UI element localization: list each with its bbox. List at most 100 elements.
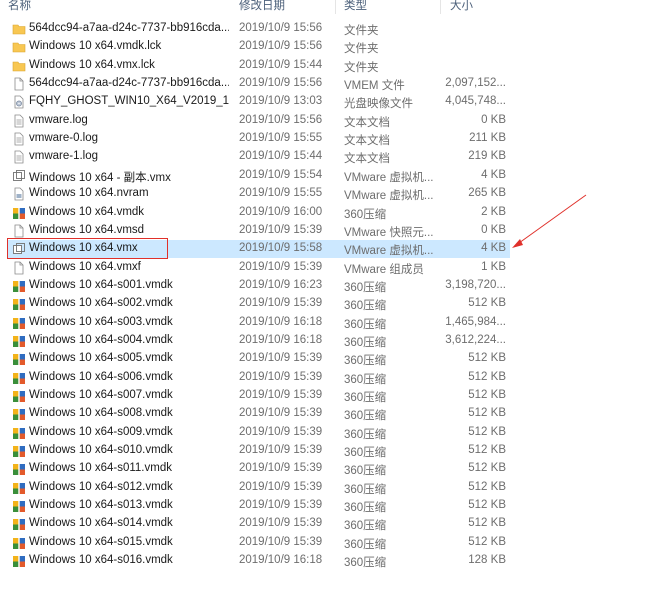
file-type: 360压缩 [344, 281, 387, 294]
file-type: VMEM 文件 [344, 80, 405, 93]
file-row[interactable]: Windows 10 x64.vmx.lck 2019/10/9 15:44 文件夹 [8, 57, 510, 75]
column-divider[interactable] [335, 0, 336, 14]
file-type: VMware 快照元... [344, 226, 434, 239]
file-row[interactable]: Windows 10 x64-s004.vmdk 2019/10/9 16:18 3… [8, 332, 510, 350]
file-type: 360压缩 [344, 538, 387, 551]
column-header-type[interactable]: 类型 [344, 0, 367, 13]
column-header-size[interactable]: 大小 [450, 0, 473, 13]
file-size: 512 KB [468, 480, 506, 493]
file-size: 219 KB [468, 150, 506, 163]
file-size: 512 KB [468, 425, 506, 438]
file-date-modified: 2019/10/9 15:55 [239, 187, 323, 200]
file-row[interactable]: Windows 10 x64-s012.vmdk 2019/10/9 15:39 3… [8, 479, 510, 497]
folder-icon [12, 59, 26, 73]
archive-icon [12, 352, 26, 366]
file-row[interactable]: Windows 10 x64.vmxf 2019/10/9 15:39 VMware… [8, 259, 510, 277]
file-row[interactable]: Windows 10 x64-s011.vmdk 2019/10/9 15:39 3… [8, 460, 510, 478]
file-row[interactable]: Windows 10 x64-s008.vmdk 2019/10/9 15:39 3… [8, 405, 510, 423]
file-type: 文件夹 [344, 61, 379, 74]
file-row[interactable]: Windows 10 x64-s010.vmdk 2019/10/9 15:39 3… [8, 442, 510, 460]
file-name: Windows 10 x64-s008.vmdk [29, 407, 173, 420]
file-row[interactable]: Windows 10 x64.vmdk.lck 2019/10/9 15:56 文件… [8, 38, 510, 56]
file-size: 265 KB [468, 187, 506, 200]
text-file-icon [12, 150, 26, 164]
file-row[interactable]: 564dcc94-a7aa-d24c-7737-bb916cda... 2019/… [8, 20, 510, 38]
file-row[interactable]: Windows 10 x64-s002.vmdk 2019/10/9 15:39 3… [8, 295, 510, 313]
archive-icon [12, 554, 26, 568]
file-name: Windows 10 x64-s007.vmdk [29, 389, 173, 401]
file-size: 1 KB [481, 260, 506, 273]
file-date-modified: 2019/10/9 15:56 [239, 40, 323, 53]
file-row[interactable]: Windows 10 x64-s009.vmdk 2019/10/9 15:39 3… [8, 424, 510, 442]
file-size: 4,045,748... [445, 95, 506, 108]
file-type: 360压缩 [344, 428, 387, 441]
file-row[interactable]: Windows 10 x64-s006.vmdk 2019/10/9 15:39 3… [8, 369, 510, 387]
file-name: Windows 10 x64-s001.vmdk [29, 278, 173, 291]
file-row[interactable]: Windows 10 x64-s003.vmdk 2019/10/9 16:18 3… [8, 314, 510, 332]
file-name: vmware.log [29, 113, 88, 126]
file-type: 360压缩 [344, 392, 387, 404]
file-date-modified: 2019/10/9 15:39 [239, 462, 323, 475]
file-size: 3,198,720... [445, 278, 506, 291]
file-size: 512 KB [468, 297, 506, 310]
file-date-modified: 2019/10/9 15:39 [239, 352, 323, 365]
column-header-date[interactable]: 修改日期 [239, 0, 285, 13]
file-name: Windows 10 x64-s013.vmdk [29, 499, 173, 512]
vmware-nvram-icon [12, 187, 26, 201]
column-header-name[interactable]: 名称 [8, 0, 31, 13]
file-date-modified: 2019/10/9 16:00 [239, 205, 323, 218]
file-date-modified: 2019/10/9 16:18 [239, 333, 323, 346]
file-date-modified: 2019/10/9 15:44 [239, 150, 323, 163]
file-row[interactable]: Windows 10 x64-s001.vmdk 2019/10/9 16:23 3… [8, 277, 510, 295]
file-row[interactable]: FQHY_GHOST_WIN10_X64_V2019_10.i... 2019/1… [8, 93, 510, 111]
file-size: 211 KB [469, 132, 506, 145]
file-row[interactable]: Windows 10 x64-s013.vmdk 2019/10/9 15:39 3… [8, 497, 510, 515]
file-type: 360压缩 [344, 483, 387, 496]
file-date-modified: 2019/10/9 15:39 [239, 297, 323, 310]
file-name: Windows 10 x64-s015.vmdk [29, 535, 173, 548]
archive-icon [12, 371, 26, 385]
file-name: Windows 10 x64.vmx.lck [29, 58, 155, 71]
file-row[interactable]: Windows 10 x64-s007.vmdk 2019/10/9 15:39 3… [8, 387, 510, 405]
file-name: Windows 10 x64-s004.vmdk [29, 333, 173, 346]
file-row[interactable]: Windows 10 x64.vmdk 2019/10/9 16:00 360压缩 2… [8, 204, 510, 222]
archive-icon [12, 426, 26, 440]
annotation-highlight-box [7, 238, 168, 259]
file-row[interactable]: Windows 10 x64-s005.vmdk 2019/10/9 15:39 3… [8, 350, 510, 368]
file-row[interactable]: Windows 10 x64.nvram 2019/10/9 15:55 VMwar… [8, 185, 510, 203]
file-row[interactable]: Windows 10 x64-s014.vmdk 2019/10/9 15:39 3… [8, 515, 510, 533]
file-type: 360压缩 [344, 300, 387, 313]
file-date-modified: 2019/10/9 15:39 [239, 499, 323, 512]
file-row[interactable]: Windows 10 x64-s015.vmdk 2019/10/9 15:39 3… [8, 534, 510, 552]
file-date-modified: 2019/10/9 16:23 [239, 278, 323, 291]
file-name: Windows 10 x64-s011.vmdk [29, 462, 172, 475]
file-row[interactable]: vmware-1.log 2019/10/9 15:44 文本文档 219 KB [8, 148, 510, 166]
text-file-icon [12, 132, 26, 146]
file-type: 360压缩 [344, 355, 387, 368]
file-type: 360压缩 [344, 336, 387, 349]
archive-icon [12, 206, 26, 220]
file-size: 512 KB [468, 444, 506, 457]
file-row[interactable]: 564dcc94-a7aa-d24c-7737-bb916cda... 2019/… [8, 75, 510, 93]
file-size: 512 KB [468, 407, 506, 420]
file-type: VMware 组成员 [344, 263, 424, 276]
file-size: 512 KB [468, 535, 506, 548]
file-type: 文本文档 [344, 135, 390, 148]
archive-icon [12, 499, 26, 513]
file-date-modified: 2019/10/9 15:39 [239, 444, 323, 457]
file-row[interactable]: vmware-0.log 2019/10/9 15:55 文本文档 211 KB [8, 130, 510, 148]
vmware-vm-icon [12, 169, 26, 183]
file-row[interactable]: vmware.log 2019/10/9 15:56 文本文档 0 KB [8, 112, 510, 130]
file-date-modified: 2019/10/9 15:39 [239, 425, 323, 438]
column-divider[interactable] [440, 0, 441, 14]
file-name: Windows 10 x64-s009.vmdk [29, 425, 173, 438]
file-row[interactable]: Windows 10 x64 - 副本.vmx 2019/10/9 15:54 VM… [8, 167, 510, 185]
file-date-modified: 2019/10/9 15:39 [239, 535, 323, 548]
file-row[interactable]: Windows 10 x64-s016.vmdk 2019/10/9 16:18 3… [8, 552, 510, 570]
disc-image-icon [12, 95, 26, 109]
file-name: Windows 10 x64-s005.vmdk [29, 352, 173, 365]
archive-icon [12, 297, 26, 311]
file-type: 360压缩 [344, 373, 387, 386]
file-name: Windows 10 x64.vmdk [29, 205, 145, 218]
file-type: 文本文档 [344, 116, 390, 129]
